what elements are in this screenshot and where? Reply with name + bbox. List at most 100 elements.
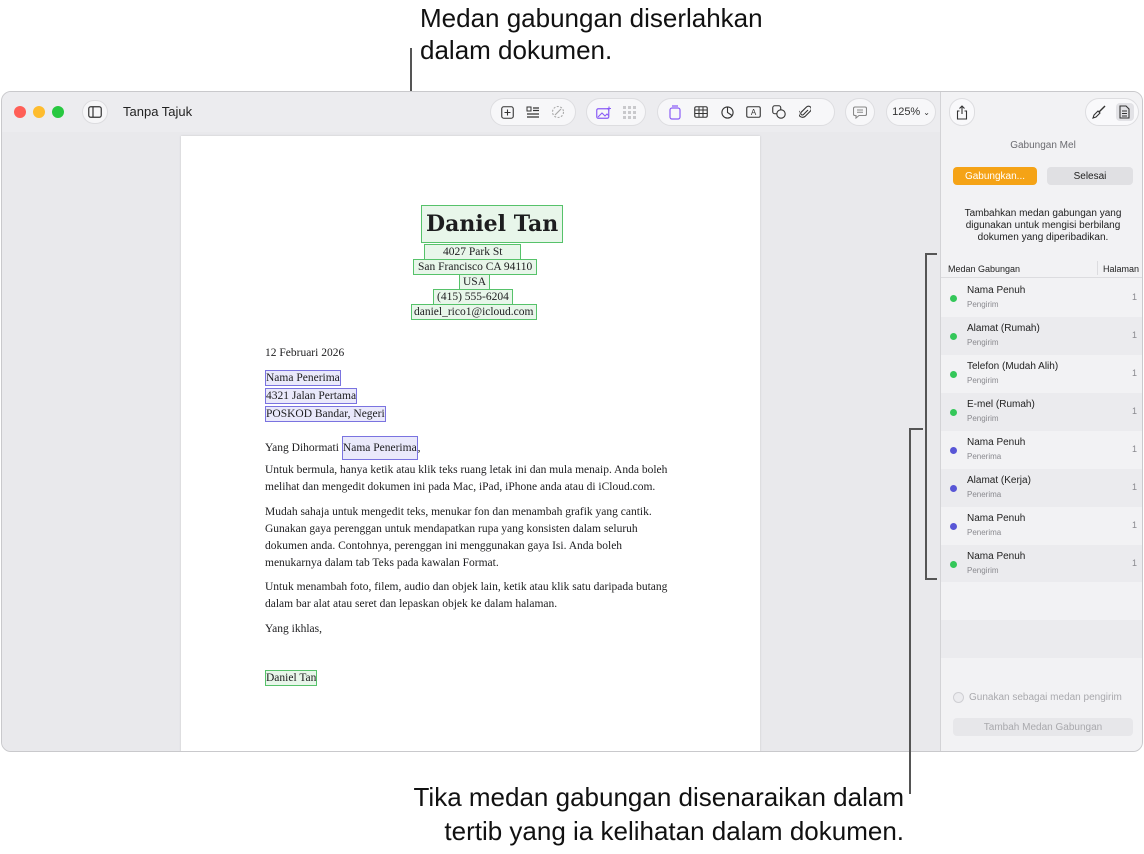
sender-status-dot [950, 333, 957, 340]
insert-shape-button[interactable] [771, 104, 787, 120]
document-button[interactable] [1115, 103, 1134, 121]
insert-list-button[interactable] [525, 104, 540, 120]
insert-chart-button[interactable] [719, 104, 735, 120]
document-page[interactable]: Daniel Tan 4027 Park St San Francisco CA… [181, 136, 760, 751]
merge-field-row[interactable]: Nama Penuh Pengirim 1 [941, 279, 1142, 317]
paperclip-icon [799, 105, 811, 118]
sidebar-toggle-button[interactable] [82, 100, 108, 124]
insert-media-button[interactable] [596, 104, 612, 120]
insert-attachment-button[interactable] [797, 104, 813, 120]
merge-field-source: Penerima [967, 452, 1002, 461]
inspector-description: Tambahkan medan gabungan yang digunakan … [964, 208, 1122, 243]
sender-city-text: San Francisco CA 94110 [413, 259, 538, 275]
comment-button[interactable] [852, 104, 868, 120]
sender-name-field[interactable]: Daniel Tan [421, 205, 564, 243]
sender-country-field[interactable]: USA [456, 274, 493, 290]
insert-table-button[interactable] [693, 104, 709, 120]
zoom-menu[interactable]: 125% ⌄ [886, 98, 936, 126]
inspector-panel: Gabungan Mel Gabungkan... Selesai Tambah… [940, 92, 1142, 751]
signature-field[interactable]: Daniel Tan [265, 670, 318, 686]
add-merge-field-button[interactable]: Tambah Medan Gabungan [953, 718, 1133, 736]
sender-street-text: 4027 Park St [424, 244, 522, 260]
done-button[interactable]: Selesai [1047, 167, 1133, 185]
merge-field-page: 1 [1131, 558, 1137, 568]
merge-field-name: Telefon (Mudah Alih) [967, 361, 1059, 372]
greeting-recipient-field[interactable]: Nama Penerima [341, 436, 418, 460]
body-paragraph-1[interactable]: Untuk bermula, hanya ketik atau klik tek… [265, 462, 675, 496]
close-window-button[interactable] [14, 106, 26, 118]
body-paragraph-3[interactable]: Untuk menambah foto, filem, audio dan ob… [265, 579, 675, 613]
smart-annotation-button[interactable] [551, 104, 566, 120]
recipient-postcode-field[interactable]: POSKOD Bandar, Negeri [265, 406, 386, 422]
callout-top-line-2: dalam dokumen. [420, 35, 613, 65]
callout-top-line-1: Medan gabungan diserlahkan [420, 3, 763, 33]
paintbrush-icon [1091, 105, 1105, 119]
column-header-page: Halaman [1102, 264, 1139, 274]
merge-field-column-header: Medan Gabungan Halaman [941, 258, 1142, 278]
add-page-button[interactable] [500, 104, 515, 120]
merge-field-source: Pengirim [967, 414, 999, 423]
merge-field-name: Alamat (Rumah) [967, 323, 1040, 334]
merge-field-row[interactable]: Alamat (Kerja) Penerima 1 [941, 469, 1142, 507]
sender-street-field[interactable]: 4027 Park St [421, 244, 524, 260]
column-divider [1097, 261, 1098, 275]
sender-city-field[interactable]: San Francisco CA 94110 [410, 259, 540, 275]
sender-email-field[interactable]: daniel_rico1@icloud.com [408, 304, 540, 320]
sender-email-text: daniel_rico1@icloud.com [411, 304, 537, 320]
stage: Medan gabungan diserlahkan dalam dokumen… [0, 0, 1144, 854]
recipient-name-field[interactable]: Nama Penerima [265, 370, 341, 386]
chart-icon [720, 105, 734, 119]
annotation-icon [552, 105, 565, 119]
merge-field-row[interactable]: E-mel (Rumah) Pengirim 1 [941, 393, 1142, 431]
merge-field-row[interactable]: Nama Penuh Pengirim 1 [941, 545, 1142, 583]
document-icon [1119, 105, 1130, 119]
sender-phone-field[interactable]: (415) 555-6204 [430, 289, 516, 305]
use-as-sender-option[interactable]: Gunakan sebagai medan pengirim [953, 692, 1122, 703]
share-icon [956, 104, 968, 120]
callout-bracket-bottom [925, 578, 937, 580]
recipient-street-field[interactable]: 4321 Jalan Pertama [265, 388, 358, 404]
merge-field-page: 1 [1131, 330, 1137, 340]
merge-field-page: 1 [1131, 368, 1137, 378]
merge-field-source: Pengirim [967, 300, 999, 309]
callout-bottom-line-1: Tika medan gabungan disenaraikan dalam [413, 782, 904, 812]
greeting: Yang Dihormati Nama Penerima, [265, 436, 675, 460]
insert-grid-button[interactable] [622, 104, 636, 120]
body-paragraph-2[interactable]: Mudah sahaja untuk mengedit teks, menuka… [265, 504, 675, 572]
sender-status-dot [950, 561, 957, 568]
toolbar: Tanpa Tajuk A 125% ⌄ [2, 92, 940, 132]
merge-field-row[interactable]: Telefon (Mudah Alih) Pengirim 1 [941, 355, 1142, 393]
document-title: Tanpa Tajuk [123, 104, 193, 119]
greeting-suffix: , [417, 442, 421, 454]
minimize-window-button[interactable] [33, 106, 45, 118]
inspector-toggle-group [1085, 98, 1139, 126]
zoom-window-button[interactable] [52, 106, 64, 118]
insert-text-button[interactable]: A [745, 104, 761, 120]
photo-icon [596, 106, 611, 119]
text-box-icon [669, 104, 681, 120]
use-as-sender-checkbox[interactable] [953, 692, 964, 703]
closing[interactable]: Yang ikhlas, [265, 621, 675, 638]
sender-phone-text: (415) 555-6204 [433, 289, 513, 305]
merge-field-row[interactable]: Alamat (Rumah) Pengirim 1 [941, 317, 1142, 355]
merge-field-source: Pengirim [967, 566, 999, 575]
format-button[interactable] [1091, 104, 1107, 120]
share-button[interactable] [949, 98, 975, 126]
merge-field-row[interactable]: Nama Penuh Penerima 1 [941, 507, 1142, 545]
column-header-field: Medan Gabungan [948, 264, 1021, 274]
sender-status-dot [950, 371, 957, 378]
merge-field-page: 1 [1131, 482, 1137, 492]
merge-field-source: Penerima [967, 528, 1002, 537]
shape-icon [772, 105, 786, 119]
merge-field-source: Penerima [967, 490, 1002, 499]
greeting-prefix: Yang Dihormati [265, 442, 339, 454]
merge-button[interactable]: Gabungkan... [953, 167, 1037, 185]
insert-text-box-button[interactable] [667, 104, 683, 120]
callout-bottom-leader [909, 428, 911, 794]
merge-field-row[interactable]: Nama Penuh Penerima 1 [941, 431, 1142, 469]
zoom-value: 125% [892, 106, 921, 118]
merge-field-name: Nama Penuh [967, 513, 1026, 524]
recipient-status-dot [950, 523, 957, 530]
empty-row [941, 582, 1142, 620]
empty-row [941, 658, 1142, 674]
